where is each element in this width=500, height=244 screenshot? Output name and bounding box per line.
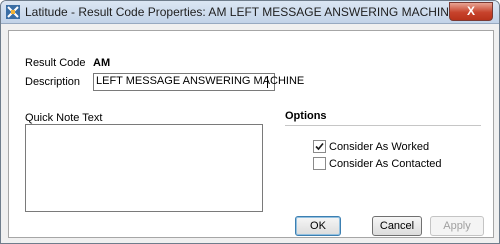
cancel-button[interactable]: Cancel xyxy=(372,216,422,236)
app-icon xyxy=(6,5,20,19)
consider-as-contacted-label[interactable]: Consider As Contacted xyxy=(329,158,442,170)
window-title: Latitude - Result Code Properties: AM LE… xyxy=(25,5,457,19)
ok-button[interactable]: OK xyxy=(295,216,341,236)
result-code-label: Result Code xyxy=(25,57,86,69)
title-bar[interactable]: Latitude - Result Code Properties: AM LE… xyxy=(1,1,499,24)
description-text: LEFT MESSAGE ANSWERING MACHINE xyxy=(96,75,305,87)
consider-as-contacted-checkbox[interactable] xyxy=(313,157,326,170)
description-label: Description xyxy=(25,76,81,88)
consider-as-worked-checkbox[interactable] xyxy=(313,140,326,153)
apply-button[interactable]: Apply xyxy=(430,216,484,236)
close-button[interactable]: X xyxy=(449,2,493,21)
description-field[interactable]: LEFT MESSAGE ANSWERING MACHINE xyxy=(93,73,304,91)
dialog-client-area: Result Code AM Description LEFT MESSAGE … xyxy=(8,30,494,238)
checkmark-icon xyxy=(315,142,324,151)
quick-note-textarea[interactable] xyxy=(25,124,263,212)
text-caret xyxy=(267,76,268,88)
options-heading: Options xyxy=(285,110,327,122)
dialog-window: Latitude - Result Code Properties: AM LE… xyxy=(0,0,500,244)
consider-as-worked-label[interactable]: Consider As Worked xyxy=(329,141,429,153)
result-code-value: AM xyxy=(93,57,111,69)
close-icon: X xyxy=(466,4,475,18)
quick-note-label: Quick Note Text xyxy=(25,112,103,124)
options-divider xyxy=(285,125,481,126)
